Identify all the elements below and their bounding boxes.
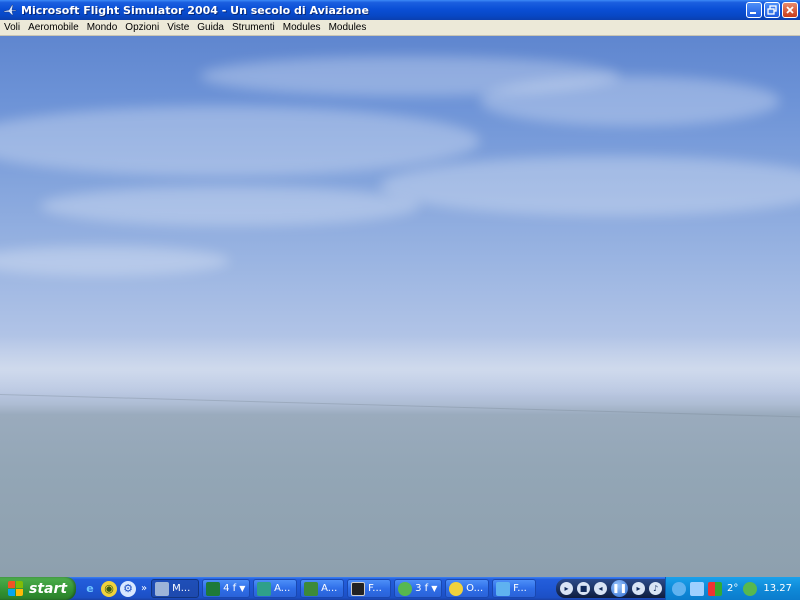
- menu-strumenti[interactable]: Strumenti: [228, 22, 279, 33]
- chevron-right-icon[interactable]: »: [141, 583, 147, 594]
- task-button[interactable]: O...: [445, 579, 490, 598]
- temperature-readout: 2°: [726, 583, 739, 594]
- close-icon: [783, 3, 797, 17]
- previous-icon[interactable]: ◂: [594, 582, 607, 595]
- taskbar: start e ◉ ⚙ » M... 4 f ▼ A... A... F...: [0, 577, 800, 600]
- network-icon[interactable]: [689, 581, 704, 596]
- title-bar[interactable]: Microsoft Flight Simulator 2004 - Un sec…: [0, 0, 800, 20]
- task-button[interactable]: A...: [253, 579, 298, 598]
- horizon-haze: [0, 336, 800, 396]
- minimize-icon: [747, 3, 761, 17]
- window-title: Microsoft Flight Simulator 2004 - Un sec…: [21, 3, 369, 17]
- start-button[interactable]: start: [0, 577, 76, 600]
- task-button[interactable]: F...: [492, 579, 537, 598]
- task-button[interactable]: 3 f ▼: [394, 579, 443, 598]
- window-icon: [351, 581, 366, 596]
- simulator-viewport[interactable]: [0, 36, 800, 577]
- cloud: [0, 106, 480, 176]
- restore-icon: [765, 3, 779, 17]
- close-button[interactable]: [782, 2, 798, 18]
- next-icon[interactable]: ▸: [632, 582, 645, 595]
- plane-icon: [155, 581, 170, 596]
- game-icon: [304, 581, 319, 596]
- task-button[interactable]: M...: [151, 579, 200, 598]
- media-icon[interactable]: ◉: [101, 580, 117, 597]
- plane-icon: [3, 3, 17, 17]
- ie-icon: [496, 581, 511, 596]
- start-label: start: [29, 580, 68, 597]
- windows-logo-icon: [8, 580, 24, 597]
- menu-mondo[interactable]: Mondo: [83, 22, 122, 33]
- volume-icon[interactable]: ♪: [649, 582, 662, 595]
- menu-modules[interactable]: Modules: [279, 22, 325, 33]
- security-icon[interactable]: [707, 581, 722, 596]
- task-button[interactable]: A...: [300, 579, 345, 598]
- cloud: [380, 156, 800, 216]
- task-label: F...: [368, 583, 382, 594]
- menu-modules-2[interactable]: Modules: [325, 22, 371, 33]
- ie-icon[interactable]: e: [82, 581, 98, 597]
- menu-guida[interactable]: Guida: [193, 22, 228, 33]
- horizon-line: [0, 394, 800, 418]
- app-icon: [257, 581, 272, 596]
- messenger-icon[interactable]: [743, 581, 758, 596]
- cloud: [40, 186, 420, 226]
- task-button[interactable]: F...: [347, 579, 392, 598]
- cloud: [480, 76, 780, 126]
- settings-icon[interactable]: ⚙: [120, 580, 136, 597]
- cloud: [0, 246, 230, 276]
- task-list: M... 4 f ▼ A... A... F... 3 f ▼ O... F..…: [151, 579, 537, 598]
- chevron-down-icon: ▼: [431, 584, 438, 593]
- system-tray: 2° 13.27: [664, 577, 800, 600]
- minimize-button[interactable]: [746, 2, 762, 18]
- menu-bar: Voli Aeromobile Mondo Opzioni Viste Guid…: [0, 20, 800, 36]
- task-label: M...: [172, 583, 191, 594]
- menu-viste[interactable]: Viste: [163, 22, 193, 33]
- ie-icon[interactable]: [671, 581, 686, 596]
- menu-voli[interactable]: Voli: [0, 22, 24, 33]
- clock[interactable]: 13.27: [763, 583, 792, 594]
- task-button[interactable]: 4 f ▼: [202, 579, 251, 598]
- chevron-down-icon: ▼: [239, 584, 246, 593]
- stop-icon[interactable]: ■: [577, 582, 590, 595]
- task-label: 3 f: [415, 583, 429, 594]
- menu-opzioni[interactable]: Opzioni: [121, 22, 163, 33]
- restore-player-icon[interactable]: ▸: [560, 582, 573, 595]
- media-icon: [449, 581, 464, 596]
- quick-launch: e ◉ ⚙ »: [82, 580, 147, 597]
- task-label: A...: [321, 583, 338, 594]
- task-label: 4 f: [223, 583, 237, 594]
- restore-button[interactable]: [764, 2, 780, 18]
- task-label: O...: [466, 583, 484, 594]
- task-label: F...: [513, 583, 527, 594]
- task-label: A...: [274, 583, 291, 594]
- messenger-icon: [398, 581, 413, 596]
- menu-aeromobile[interactable]: Aeromobile: [24, 22, 83, 33]
- pause-icon[interactable]: ❚❚: [611, 580, 628, 597]
- excel-icon: [206, 581, 221, 596]
